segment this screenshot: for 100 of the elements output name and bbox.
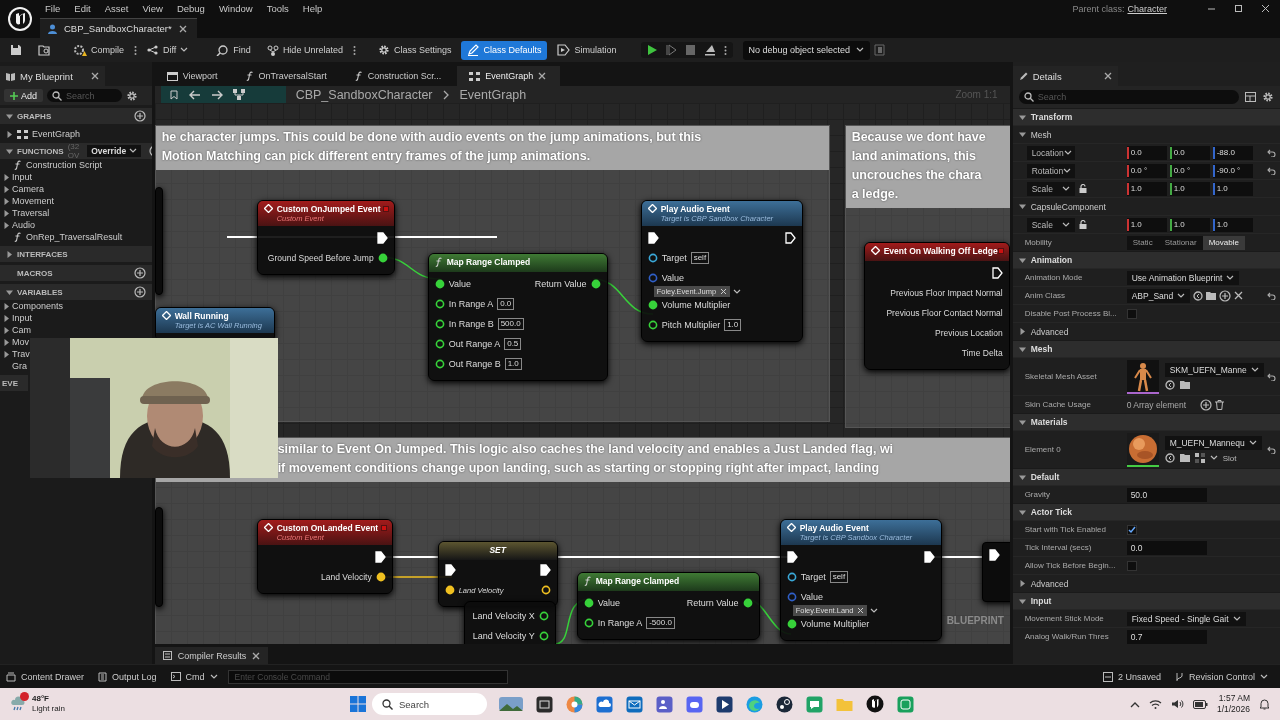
- panel-tab[interactable]: My Blueprint: [0, 66, 105, 86]
- bookmark-icon[interactable]: [168, 89, 179, 100]
- play-icon[interactable]: [716, 695, 733, 713]
- pin-icon[interactable]: [540, 585, 551, 595]
- delete-icon[interactable]: [1214, 399, 1224, 410]
- exec-pin-icon[interactable]: [539, 564, 551, 576]
- expander-icon[interactable]: [1018, 113, 1026, 121]
- number-field[interactable]: 1.0: [1212, 217, 1253, 232]
- number-field[interactable]: 0.0: [1126, 145, 1167, 160]
- graph-node[interactable]: Map Range Clamped Value Return Value In Range A 0.0 In Range B 500.0 Out Range A 0.5 Out Range B 1.0: [427, 253, 608, 381]
- value-field[interactable]: 500.0: [497, 318, 524, 330]
- pin-icon[interactable]: [583, 618, 594, 628]
- section-header[interactable]: INTERFACES: [0, 246, 152, 262]
- exec-pin-icon[interactable]: [786, 551, 798, 563]
- expander-icon[interactable]: [1018, 131, 1026, 138]
- mail-icon[interactable]: [626, 695, 643, 713]
- expander-icon[interactable]: [1018, 328, 1026, 335]
- eject-icon[interactable]: [703, 44, 716, 56]
- table-icon[interactable]: [1245, 92, 1256, 102]
- pin-icon[interactable]: [538, 631, 549, 641]
- category-item[interactable]: Input: [12, 313, 33, 323]
- pin-icon[interactable]: [434, 339, 445, 349]
- dropdown[interactable]: Fixed Speed - Single Gait: [1126, 611, 1246, 626]
- graph-tab[interactable]: Construction Scr...: [342, 66, 456, 86]
- settings-icon[interactable]: [1262, 91, 1274, 103]
- disc-icon[interactable]: [776, 695, 793, 713]
- close-icon[interactable]: [1261, 4, 1270, 13]
- reset-icon[interactable]: [1267, 291, 1276, 300]
- menu-item[interactable]: File: [40, 3, 70, 14]
- close-icon[interactable]: [1103, 72, 1112, 80]
- value-field[interactable]: 0.0: [497, 298, 515, 310]
- graph-node[interactable]: [154, 187, 163, 295]
- category-item[interactable]: Mov: [12, 337, 29, 347]
- parent-class-link[interactable]: Character: [1127, 3, 1167, 14]
- add-icon[interactable]: [133, 286, 146, 298]
- settings-icon[interactable]: [377, 44, 390, 56]
- segment-option[interactable]: Stationar: [1158, 235, 1203, 250]
- stop-icon[interactable]: [684, 44, 696, 56]
- menu-item[interactable]: Help: [297, 3, 332, 14]
- content-drawer-button[interactable]: Content Drawer: [6, 671, 85, 682]
- asset-dropdown[interactable]: M_UEFN_Mannequ: [1164, 436, 1262, 450]
- pin-icon[interactable]: [786, 572, 797, 582]
- controller-icon[interactable]: [686, 695, 703, 713]
- variable-item[interactable]: Gra: [12, 361, 27, 371]
- chevron-up-icon[interactable]: [1129, 700, 1140, 708]
- section-header[interactable]: Animation: [1012, 251, 1280, 268]
- number-field[interactable]: 0.0 °: [1169, 163, 1210, 178]
- group-label[interactable]: CapsuleComponent: [1030, 201, 1106, 212]
- number-field[interactable]: 1.0: [1212, 181, 1253, 196]
- padlock-icon[interactable]: [1078, 220, 1087, 229]
- section-header[interactable]: GRAPHS: [0, 108, 152, 124]
- section-header[interactable]: Actor Tick: [1012, 503, 1280, 520]
- close-icon[interactable]: [538, 72, 547, 80]
- pin-icon[interactable]: [742, 598, 753, 608]
- reset-icon[interactable]: [1267, 445, 1276, 454]
- graph-node[interactable]: [154, 507, 163, 607]
- number-field[interactable]: 0.0 °: [1126, 163, 1167, 178]
- function-item[interactable]: OnRep_TraversalResult: [26, 232, 123, 242]
- menu-item[interactable]: Tools: [261, 3, 298, 14]
- section-header[interactable]: Input: [1012, 592, 1280, 609]
- pin-icon[interactable]: [434, 279, 445, 289]
- pin-icon[interactable]: [377, 253, 388, 263]
- command-dropdown[interactable]: Cmd: [170, 671, 218, 682]
- grid-icon[interactable]: [1194, 453, 1205, 463]
- category-item[interactable]: Camera: [12, 184, 44, 194]
- play-icon[interactable]: [646, 44, 658, 56]
- menu-item[interactable]: Asset: [99, 3, 138, 14]
- revision-control-button[interactable]: Revision Control: [1174, 671, 1268, 682]
- expander-icon[interactable]: [6, 130, 13, 138]
- pin-icon[interactable]: [647, 300, 658, 310]
- pin-icon[interactable]: [538, 611, 549, 621]
- expander-icon[interactable]: [6, 112, 13, 120]
- pin-icon[interactable]: [434, 299, 445, 309]
- menu-item[interactable]: View: [137, 3, 172, 14]
- expander-icon[interactable]: [1018, 418, 1026, 426]
- section-header[interactable]: Materials: [1012, 413, 1280, 430]
- graph-tab[interactable]: OnTraversalStart: [233, 66, 341, 86]
- pin-icon[interactable]: [647, 320, 658, 330]
- asset-dropdown[interactable]: SKM_UEFN_Manne: [1164, 363, 1264, 377]
- number-field[interactable]: -88.0: [1212, 145, 1253, 160]
- graph-item[interactable]: EventGraph: [32, 129, 81, 139]
- close-icon[interactable]: [178, 24, 187, 33]
- expander-icon[interactable]: [1018, 508, 1026, 516]
- expander-icon[interactable]: [1018, 580, 1026, 587]
- number-field[interactable]: 1.0: [1169, 217, 1210, 232]
- category-item[interactable]: Cam: [12, 325, 31, 335]
- number-field[interactable]: 0.0: [1169, 145, 1210, 160]
- override-dropdown[interactable]: Override: [87, 145, 142, 157]
- toolbar-button[interactable]: Hide Unrelated: [260, 40, 349, 60]
- use-asset-icon[interactable]: [1164, 453, 1175, 463]
- menu-item[interactable]: Edit: [69, 3, 100, 14]
- category-item[interactable]: Input: [12, 172, 33, 182]
- number-field[interactable]: 0.0: [1126, 540, 1207, 555]
- transform-dropdown[interactable]: Scale: [1026, 217, 1075, 232]
- graph-node[interactable]: Land Velocity X Land Velocity Y: [463, 601, 556, 644]
- start-icon[interactable]: [350, 696, 366, 712]
- graph-node[interactable]: Event On Walking Off Ledge Previous Floor Impact Normal Previous Floor Contact Normal Previous Location Time Delta: [863, 242, 1010, 370]
- section-header[interactable]: EVE: [0, 375, 28, 391]
- use-asset-icon[interactable]: [1164, 380, 1175, 390]
- browse-icon[interactable]: [1206, 290, 1217, 301]
